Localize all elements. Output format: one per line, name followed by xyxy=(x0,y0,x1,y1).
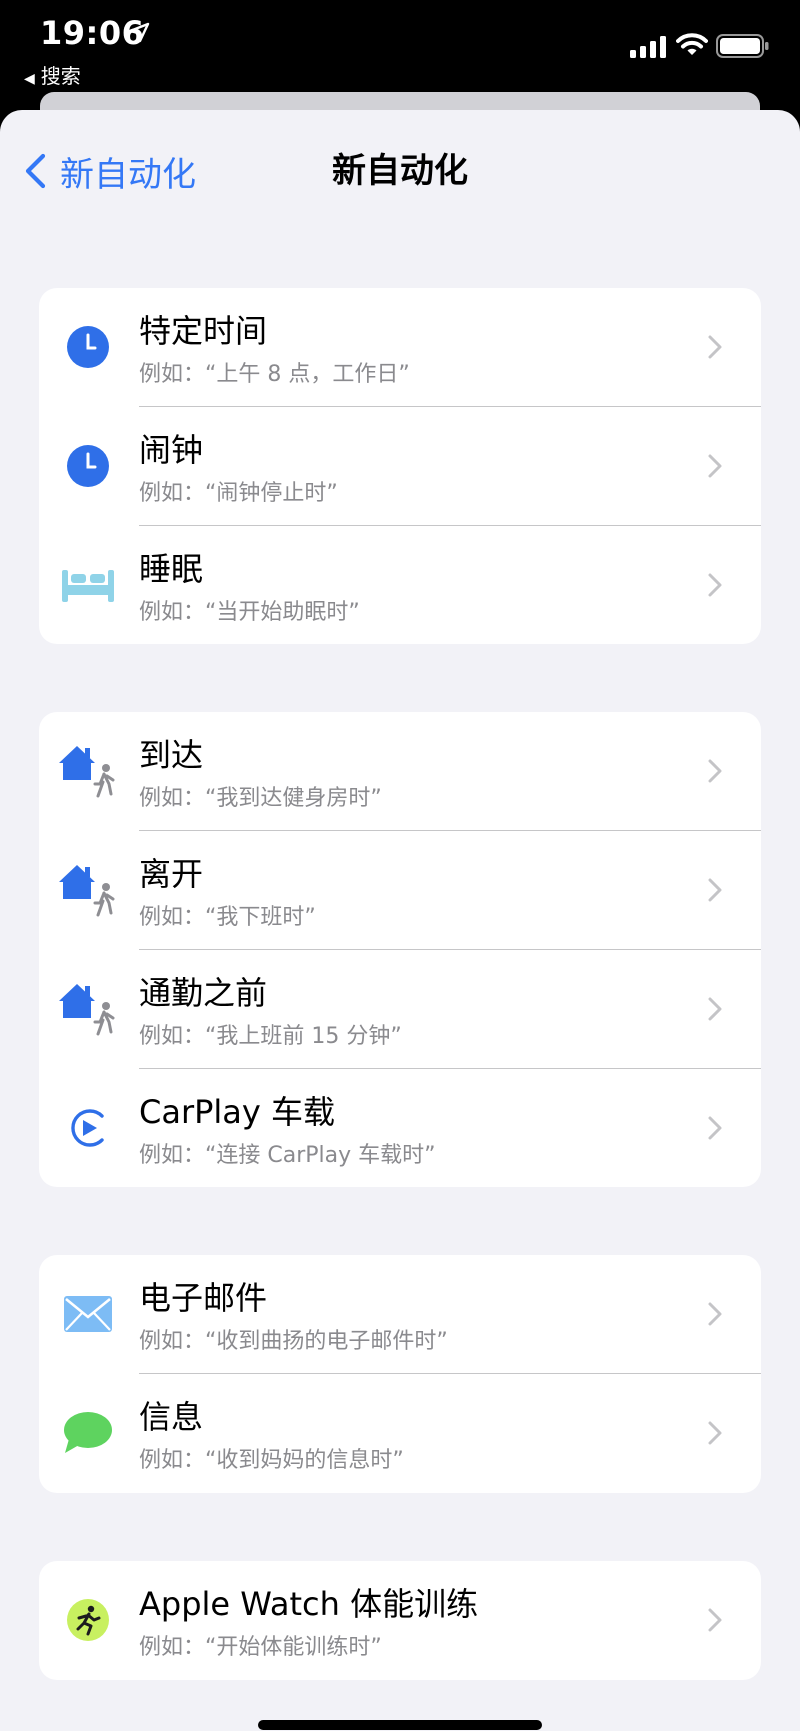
row-title: Apple Watch 体能训练 xyxy=(139,1585,479,1623)
row-title: CarPlay 车载 xyxy=(139,1093,336,1131)
home-person-icon xyxy=(57,859,119,921)
row-title: 离开 xyxy=(139,855,204,893)
chevron-right-icon xyxy=(708,335,722,359)
row-subtitle: 例如：“我下班时” xyxy=(139,905,316,930)
carplay-icon xyxy=(57,1097,119,1159)
row-subtitle: 例如：“上午 8 点，工作日” xyxy=(139,362,410,387)
battery-icon xyxy=(716,34,769,58)
back-app-label: 搜索 xyxy=(40,64,81,88)
row-title: 通勤之前 xyxy=(139,974,268,1012)
list-item-leave[interactable]: 离开 例如：“我下班时” xyxy=(39,831,761,950)
chevron-right-icon xyxy=(708,1608,722,1632)
list-item-message[interactable]: 信息 例如：“收到妈妈的信息时” xyxy=(39,1374,761,1493)
row-title: 睡眠 xyxy=(139,550,204,588)
row-title: 特定时间 xyxy=(139,312,268,350)
row-subtitle: 例如：“我上班前 15 分钟” xyxy=(139,1024,402,1049)
chevron-right-icon xyxy=(708,1116,722,1140)
list-item-arrive[interactable]: 到达 例如：“我到达健身房时” xyxy=(39,712,761,831)
group-time: 特定时间 例如：“上午 8 点，工作日” 闹钟 例如：“闹钟停止时” 睡眠 例如… xyxy=(39,288,761,644)
chevron-right-icon xyxy=(708,573,722,597)
row-subtitle: 例如：“连接 CarPlay 车载时” xyxy=(139,1143,436,1168)
bed-icon xyxy=(57,554,119,616)
row-subtitle: 例如：“收到曲扬的电子邮件时” xyxy=(139,1329,448,1354)
wifi-icon xyxy=(676,33,708,55)
row-title: 电子邮件 xyxy=(139,1279,268,1317)
status-bar: 19:06 ◀ 搜索 xyxy=(0,0,800,100)
clock-icon xyxy=(57,435,119,497)
list-item-email[interactable]: 电子邮件 例如：“收到曲扬的电子邮件时” xyxy=(39,1255,761,1374)
back-to-app-link[interactable]: ◀ 搜索 xyxy=(24,60,81,89)
row-subtitle: 例如：“开始体能训练时” xyxy=(139,1635,382,1660)
row-subtitle: 例如：“我到达健身房时” xyxy=(139,786,382,811)
chevron-right-icon xyxy=(708,759,722,783)
mail-icon xyxy=(57,1283,119,1345)
row-title: 到达 xyxy=(139,736,204,774)
list-item-before-commute[interactable]: 通勤之前 例如：“我上班前 15 分钟” xyxy=(39,950,761,1069)
automation-sheet: 新自动化 新自动化 特定时间 例如：“上午 8 点，工作日” 闹钟 例如：“闹钟… xyxy=(0,110,800,1731)
location-arrow-icon xyxy=(128,22,150,43)
home-indicator[interactable] xyxy=(258,1720,542,1730)
group-communication: 电子邮件 例如：“收到曲扬的电子邮件时” 信息 例如：“收到妈妈的信息时” xyxy=(39,1255,761,1493)
list-item-alarm[interactable]: 闹钟 例如：“闹钟停止时” xyxy=(39,407,761,526)
workout-icon xyxy=(57,1589,119,1651)
list-item-carplay[interactable]: CarPlay 车载 例如：“连接 CarPlay 车载时” xyxy=(39,1069,761,1187)
list-item-sleep[interactable]: 睡眠 例如：“当开始助眠时” xyxy=(39,526,761,644)
home-person-icon xyxy=(57,740,119,802)
list-item-time-of-day[interactable]: 特定时间 例如：“上午 8 点，工作日” xyxy=(39,288,761,407)
back-triangle-icon: ◀ xyxy=(24,71,35,87)
row-title: 信息 xyxy=(139,1398,204,1436)
clock-icon xyxy=(57,316,119,378)
home-person-icon xyxy=(57,978,119,1040)
chevron-right-icon xyxy=(708,454,722,478)
row-subtitle: 例如：“收到妈妈的信息时” xyxy=(139,1448,404,1473)
group-location: 到达 例如：“我到达健身房时” 离开 例如：“我下班时” 通勤之前 例如：“我上… xyxy=(39,712,761,1187)
page-title: 新自动化 xyxy=(332,151,468,191)
cellular-signal-icon xyxy=(630,36,666,58)
group-workout: Apple Watch 体能训练 例如：“开始体能训练时” xyxy=(39,1561,761,1680)
row-subtitle: 例如：“当开始助眠时” xyxy=(139,600,360,625)
row-title: 闹钟 xyxy=(139,431,204,469)
list-item-apple-watch-workout[interactable]: Apple Watch 体能训练 例如：“开始体能训练时” xyxy=(39,1561,761,1680)
chevron-right-icon xyxy=(708,878,722,902)
message-icon xyxy=(57,1402,119,1464)
chevron-right-icon xyxy=(708,997,722,1021)
chevron-right-icon xyxy=(708,1302,722,1326)
chevron-right-icon xyxy=(708,1421,722,1445)
row-subtitle: 例如：“闹钟停止时” xyxy=(139,481,338,506)
